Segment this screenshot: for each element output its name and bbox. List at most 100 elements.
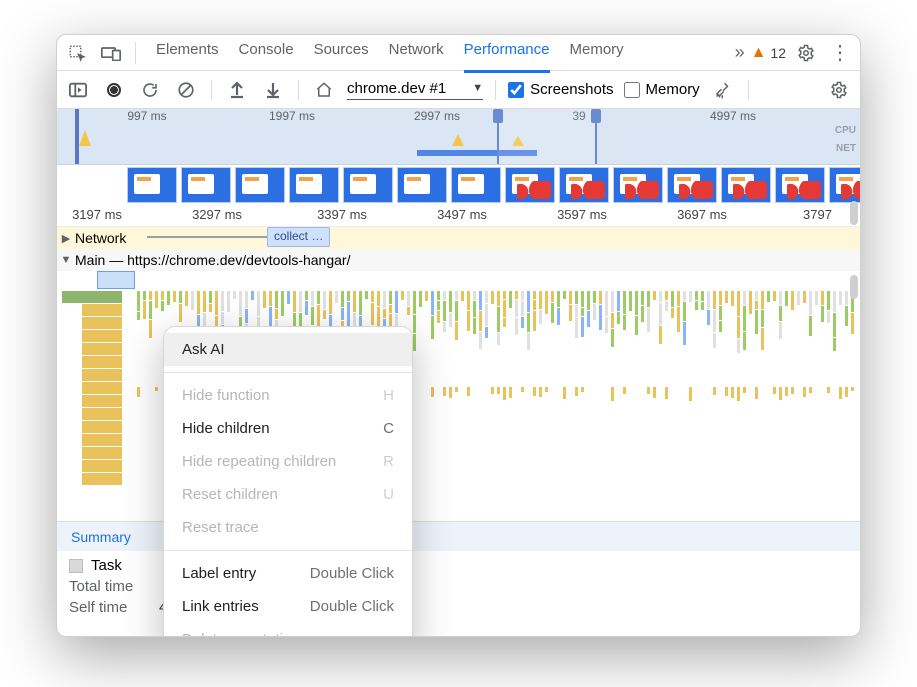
flame-column[interactable]	[515, 291, 518, 521]
flame-column[interactable]	[815, 291, 818, 521]
home-icon[interactable]	[311, 77, 337, 103]
flame-column[interactable]	[683, 291, 686, 521]
main-track-header[interactable]: ▼ Main — https://chrome.dev/devtools-han…	[57, 249, 860, 271]
tab-elements[interactable]: Elements	[156, 41, 219, 64]
ctx-hide-children[interactable]: Hide children C	[164, 412, 412, 445]
flame-column[interactable]	[647, 291, 650, 521]
ctx-link-entries[interactable]: Link entries Double Click	[164, 590, 412, 623]
tab-summary[interactable]: Summary	[71, 529, 131, 545]
flame-column[interactable]	[761, 291, 764, 521]
recording-selector[interactable]: chrome.dev #1 ▼	[347, 80, 483, 100]
flame-column[interactable]	[839, 291, 842, 521]
screenshot-thumb[interactable]	[127, 167, 177, 203]
ctx-label-entry[interactable]: Label entry Double Click	[164, 557, 412, 590]
flame-column[interactable]	[569, 291, 572, 521]
timeline-overview[interactable]: 997 ms 1997 ms 2997 ms 39 4997 ms CPU NE…	[57, 109, 860, 165]
ctx-ask-ai[interactable]: Ask AI	[164, 333, 412, 366]
warnings-badge[interactable]: ▲ 12	[751, 44, 786, 62]
flame-column[interactable]	[719, 291, 722, 521]
screenshots-checkbox-input[interactable]	[508, 82, 524, 98]
screenshot-thumb[interactable]	[559, 167, 609, 203]
inspect-element-icon[interactable]	[63, 39, 91, 67]
screenshot-thumb[interactable]	[829, 167, 861, 203]
flame-column[interactable]	[677, 291, 680, 521]
flame-column[interactable]	[653, 291, 656, 521]
time-ruler[interactable]: 3197 ms 3297 ms 3397 ms 3497 ms 3597 ms …	[57, 205, 860, 227]
screenshot-thumb[interactable]	[397, 167, 447, 203]
screenshot-filmstrip[interactable]	[57, 165, 860, 205]
flame-column[interactable]	[437, 291, 440, 521]
reload-record-icon[interactable]	[137, 77, 163, 103]
gc-broom-icon[interactable]	[710, 77, 736, 103]
screenshot-thumb[interactable]	[721, 167, 771, 203]
screenshot-thumb[interactable]	[667, 167, 717, 203]
flame-column[interactable]	[485, 291, 488, 521]
network-request-bar[interactable]	[147, 236, 287, 238]
flame-column[interactable]	[461, 291, 464, 521]
tab-network[interactable]: Network	[389, 41, 444, 64]
flame-column[interactable]	[623, 291, 626, 521]
flame-column[interactable]	[767, 291, 770, 521]
flame-column[interactable]	[503, 291, 506, 521]
flame-column[interactable]	[143, 291, 146, 521]
flame-column[interactable]	[155, 291, 158, 521]
memory-checkbox[interactable]: Memory	[624, 81, 700, 98]
flame-column[interactable]	[605, 291, 608, 521]
flame-column[interactable]	[851, 291, 854, 521]
network-track-header[interactable]: ▶ Network collect …	[57, 227, 860, 249]
flame-column[interactable]	[659, 291, 662, 521]
flame-column[interactable]	[749, 291, 752, 521]
screenshot-thumb[interactable]	[289, 167, 339, 203]
flame-column[interactable]	[467, 291, 470, 521]
flame-column[interactable]	[845, 291, 848, 521]
flame-column[interactable]	[695, 291, 698, 521]
flame-column[interactable]	[533, 291, 536, 521]
flame-column[interactable]	[629, 291, 632, 521]
flame-column[interactable]	[803, 291, 806, 521]
more-tabs-chevron-icon[interactable]: »	[735, 42, 745, 63]
flame-column[interactable]	[779, 291, 782, 521]
flame-column[interactable]	[575, 291, 578, 521]
overview-viewport[interactable]	[497, 109, 597, 164]
flame-column[interactable]	[413, 291, 416, 521]
flame-column[interactable]	[497, 291, 500, 521]
flame-column[interactable]	[527, 291, 530, 521]
flame-column[interactable]	[785, 291, 788, 521]
clear-icon[interactable]	[173, 77, 199, 103]
screenshot-thumb[interactable]	[343, 167, 393, 203]
flame-column[interactable]	[755, 291, 758, 521]
flame-column[interactable]	[551, 291, 554, 521]
tab-console[interactable]: Console	[239, 41, 294, 64]
flame-column[interactable]	[713, 291, 716, 521]
selected-task-block[interactable]	[97, 271, 135, 289]
flame-column[interactable]	[449, 291, 452, 521]
toggle-sidebar-icon[interactable]	[65, 77, 91, 103]
flame-column[interactable]	[731, 291, 734, 521]
screenshot-thumb[interactable]	[775, 167, 825, 203]
flame-column[interactable]	[791, 291, 794, 521]
flame-column[interactable]	[617, 291, 620, 521]
flame-column[interactable]	[737, 291, 740, 521]
scrollbar-thumb[interactable]	[850, 201, 858, 225]
download-icon[interactable]	[260, 77, 286, 103]
tab-sources[interactable]: Sources	[314, 41, 369, 64]
flame-column[interactable]	[581, 291, 584, 521]
flame-column[interactable]	[827, 291, 830, 521]
tab-memory[interactable]: Memory	[570, 41, 624, 64]
flame-column[interactable]	[635, 291, 638, 521]
flame-column[interactable]	[509, 291, 512, 521]
network-request-pill[interactable]: collect …	[267, 227, 330, 247]
flame-column[interactable]	[587, 291, 590, 521]
flame-column[interactable]	[797, 291, 800, 521]
expand-caret-icon[interactable]: ▶	[57, 232, 75, 245]
flame-column[interactable]	[665, 291, 668, 521]
flame-column[interactable]	[641, 291, 644, 521]
flame-column[interactable]	[521, 291, 524, 521]
record-button[interactable]	[101, 77, 127, 103]
flame-column[interactable]	[539, 291, 542, 521]
screenshots-checkbox[interactable]: Screenshots	[508, 81, 613, 98]
call-stack[interactable]	[82, 291, 122, 486]
flame-column[interactable]	[479, 291, 482, 521]
screenshot-thumb[interactable]	[505, 167, 555, 203]
flame-column[interactable]	[689, 291, 692, 521]
